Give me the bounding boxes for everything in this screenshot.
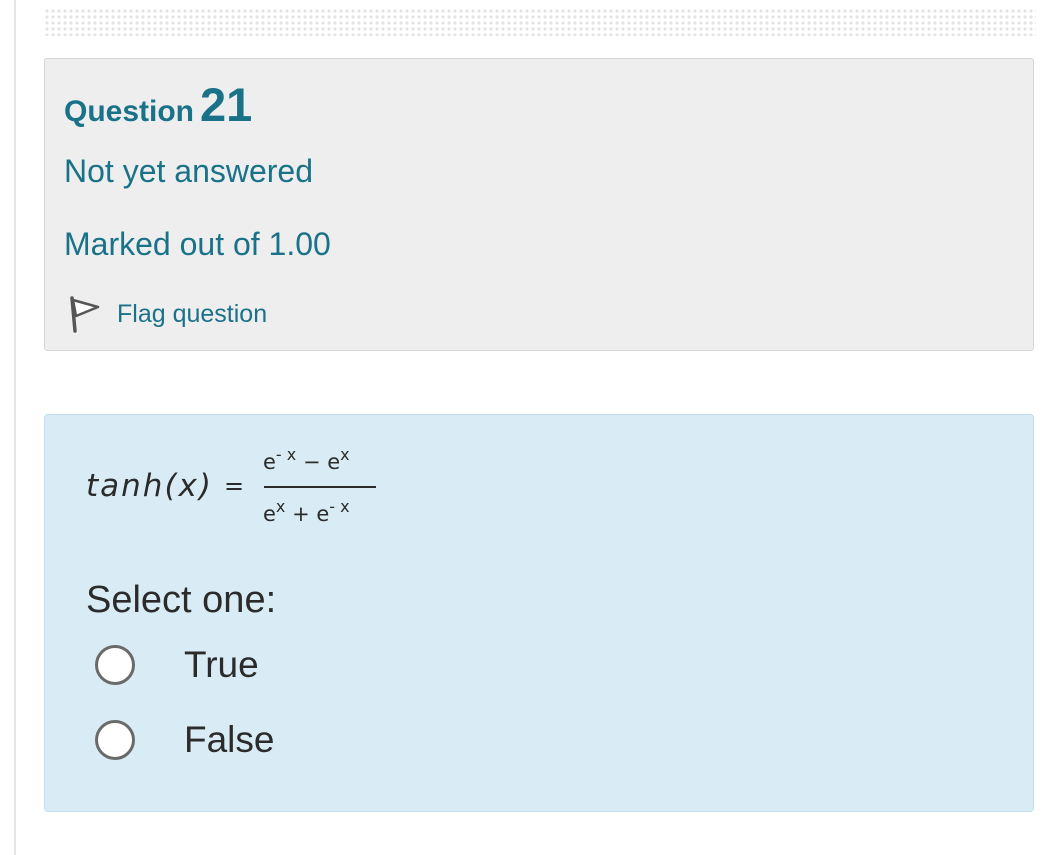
option-true[interactable]: True [95,644,259,686]
question-title: Question 21 [64,77,252,132]
option-false[interactable]: False [95,719,274,761]
radio-unchecked-icon[interactable] [95,645,135,685]
question-number: 21 [200,78,253,131]
question-info-panel: Question 21 Not yet answered Marked out o… [44,58,1034,351]
option-true-label[interactable]: True [184,644,259,686]
dotted-divider [44,8,1036,36]
flag-question-link[interactable]: Flag question [67,295,267,333]
fraction-bar [264,486,376,488]
formula-denominator: ex + e- x [263,497,350,526]
question-marks: Marked out of 1.00 [64,226,331,262]
flag-question-label: Flag question [117,299,268,328]
question-formulation-panel: tanh(x) = e- x − ex ex + e- x Select one… [44,414,1034,812]
select-one-prompt: Select one: [86,579,277,621]
question-word: Question [64,95,195,128]
radio-unchecked-icon[interactable] [95,720,135,760]
formula-equals: = [224,472,245,500]
page-left-rule [14,0,16,855]
formula-lhs: tanh(x) [86,468,213,504]
option-false-label[interactable]: False [184,719,274,761]
formula-numerator: e- x − ex [263,445,350,474]
tanh-formula: tanh(x) = e- x − ex ex + e- x [86,443,406,533]
flag-icon [67,295,101,333]
question-state: Not yet answered [64,153,314,189]
